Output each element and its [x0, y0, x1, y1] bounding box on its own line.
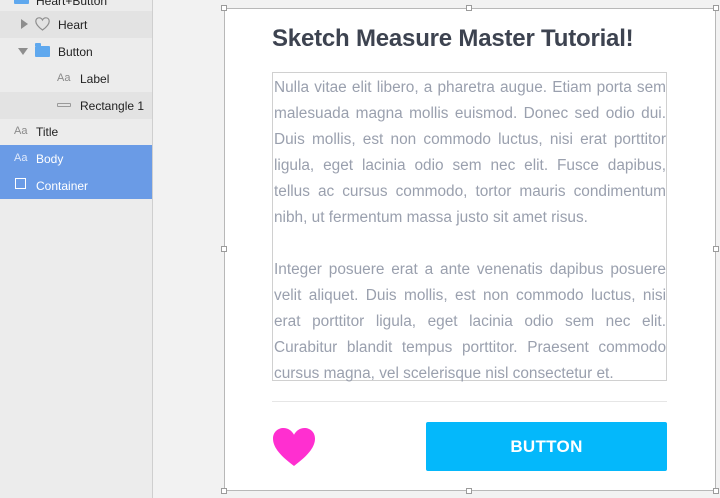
- layer-label: Body: [36, 152, 64, 166]
- body-paragraph: Integer posuere erat a ante venenatis da…: [274, 261, 666, 382]
- heart-icon[interactable]: [272, 427, 316, 467]
- layer-body[interactable]: Aa Body: [0, 145, 152, 172]
- folder-icon: [35, 43, 50, 57]
- primary-button[interactable]: BUTTON: [426, 422, 667, 471]
- body-text[interactable]: Nulla vitae elit libero, a pharetra augu…: [274, 75, 666, 413]
- resize-handle-left[interactable]: [221, 246, 227, 252]
- layer-label: Label: [80, 72, 110, 86]
- text-layer-icon: Aa: [14, 125, 28, 137]
- layer-container[interactable]: Container: [0, 172, 152, 199]
- resize-handle-bottom-left[interactable]: [221, 488, 227, 494]
- body-paragraph: Nulla vitae elit libero, a pharetra augu…: [274, 79, 666, 226]
- folder-icon: [14, 0, 29, 4]
- layer-button[interactable]: Button: [0, 38, 152, 65]
- resize-handle-bottom[interactable]: [466, 488, 472, 494]
- layer-label: Rectangle 1: [80, 99, 145, 113]
- layer-title[interactable]: Aa Title: [0, 118, 152, 145]
- layer-label: Heart: [58, 18, 88, 32]
- resize-handle-top-right[interactable]: [713, 5, 719, 11]
- disclosure-right-icon[interactable]: [21, 19, 28, 29]
- layer-label: Container: [36, 179, 89, 193]
- layer-label: Title: [36, 125, 59, 139]
- layer-label: Button: [58, 45, 93, 59]
- layers-panel: Heart+Button Heart Button Aa Label Recta…: [0, 0, 153, 498]
- disclosure-down-icon[interactable]: [18, 48, 28, 55]
- text-layer-icon: Aa: [14, 152, 28, 164]
- layer-heart[interactable]: Heart: [0, 11, 152, 38]
- divider: [272, 401, 667, 402]
- resize-handle-top[interactable]: [466, 5, 472, 11]
- resize-handle-top-left[interactable]: [221, 5, 227, 11]
- rectangle-icon: [57, 103, 71, 107]
- layer-label: Heart+Button: [36, 0, 108, 8]
- heart-outline-icon: [35, 17, 50, 31]
- rectangle-icon: [15, 178, 26, 189]
- text-layer-icon: Aa: [57, 72, 71, 84]
- resize-handle-right[interactable]: [713, 246, 719, 252]
- page-title[interactable]: Sketch Measure Master Tutorial!: [272, 25, 634, 53]
- layer-label-text[interactable]: Aa Label: [0, 65, 152, 92]
- layer-rectangle-1[interactable]: Rectangle 1: [0, 92, 152, 119]
- resize-handle-bottom-right[interactable]: [713, 488, 719, 494]
